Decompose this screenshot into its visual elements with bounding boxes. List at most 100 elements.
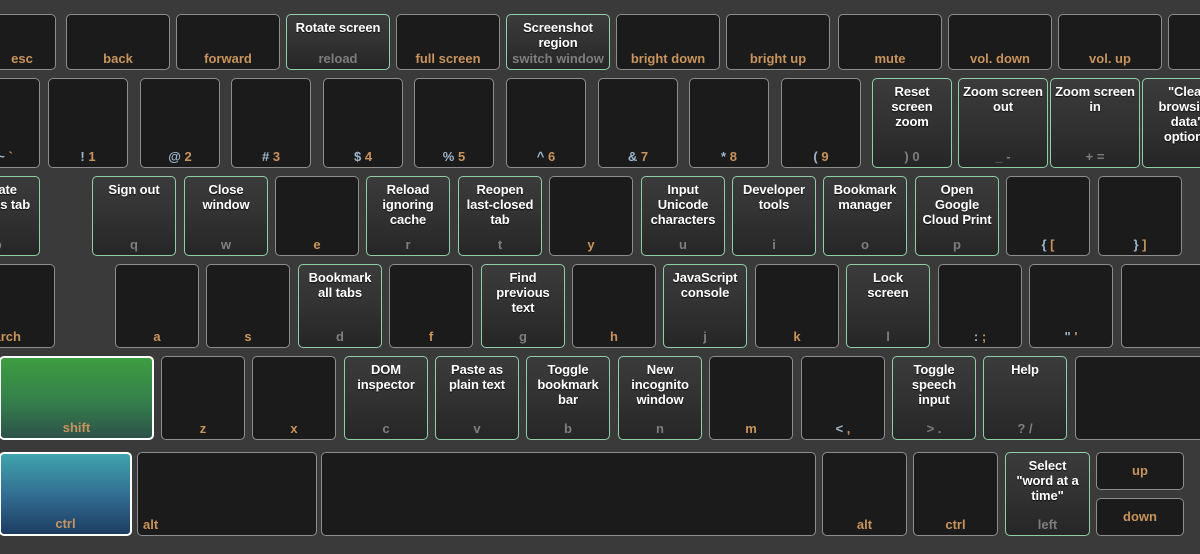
key-legend: ( 9 xyxy=(787,150,855,164)
key-legend-base: 8 xyxy=(729,149,737,164)
key-legend: ^ 6 xyxy=(512,150,580,164)
key-left[interactable]: Select "word at a time" left xyxy=(1005,452,1090,536)
key-ctrl[interactable]: ctrl xyxy=(0,452,132,536)
key-d[interactable]: Bookmark all tabs d xyxy=(298,264,382,348)
key-v[interactable]: Paste as plain text v xyxy=(435,356,519,440)
key-e[interactable]: e xyxy=(275,176,359,256)
key-legend: esc xyxy=(11,51,33,66)
key-blank[interactable] xyxy=(1075,356,1200,440)
key-u[interactable]: Input Unicode characters u xyxy=(641,176,725,256)
key-3[interactable]: # 3 xyxy=(231,78,311,168)
key-up[interactable]: up xyxy=(1096,452,1184,490)
key-clear-browsing-data-options[interactable]: "Clear browsing data" options xyxy=(1142,78,1200,168)
key-x[interactable]: x xyxy=(252,356,336,440)
key-2[interactable]: @ 2 xyxy=(140,78,220,168)
key-m[interactable]: m xyxy=(709,356,793,440)
key-legend-shifted: < xyxy=(835,421,844,436)
key-blank[interactable] xyxy=(321,452,816,536)
key-blank[interactable]: < , xyxy=(801,356,885,440)
key-blank[interactable]: " ' xyxy=(1029,264,1113,348)
key-r[interactable]: Reload ignoring cache r xyxy=(366,176,450,256)
key-action-label: Activate previous tab xyxy=(0,182,31,212)
key-h[interactable]: h xyxy=(572,264,656,348)
key-blank[interactable] xyxy=(1121,264,1200,348)
key-shift[interactable]: shift xyxy=(0,356,154,440)
key-full-screen[interactable]: full screen xyxy=(396,14,500,70)
key-legend: o xyxy=(861,237,869,252)
key-b[interactable]: Toggle bookmark bar b xyxy=(526,356,610,440)
key-legend: switch window xyxy=(512,51,604,66)
key-blank[interactable]: } ] xyxy=(1098,176,1182,256)
key-legend: mute xyxy=(874,51,906,66)
key-blank[interactable]: : ; xyxy=(938,264,1022,348)
key-o[interactable]: Bookmark manager o xyxy=(823,176,907,256)
key-alt[interactable]: alt xyxy=(822,452,907,536)
key-1[interactable]: ! 1 xyxy=(48,78,128,168)
key-n[interactable]: New incognito window n xyxy=(618,356,702,440)
key-bright-down[interactable]: bright down xyxy=(616,14,720,70)
key-legend: % 5 xyxy=(420,150,488,164)
key-legend-shifted: + xyxy=(1085,149,1094,164)
key-mute[interactable]: mute xyxy=(838,14,942,70)
key-t[interactable]: Reopen last-closed tab t xyxy=(458,176,542,256)
key-blank[interactable] xyxy=(1168,14,1200,70)
key-l[interactable]: Lock screen l xyxy=(846,264,930,348)
key-s[interactable]: s xyxy=(206,264,290,348)
key-a[interactable]: a xyxy=(115,264,199,348)
key-k[interactable]: k xyxy=(755,264,839,348)
key-legend: down xyxy=(1123,509,1157,524)
key-w[interactable]: Close window w xyxy=(184,176,268,256)
key-4[interactable]: $ 4 xyxy=(323,78,403,168)
key-ctrl[interactable]: ctrl xyxy=(913,452,998,536)
key-blank[interactable]: Zoom screen out _ - xyxy=(958,78,1048,168)
key-legend-shifted: $ xyxy=(353,149,362,164)
key-esc[interactable]: esc xyxy=(0,14,56,70)
key-blank[interactable]: Toggle speech input > . xyxy=(892,356,976,440)
key-legend: forward xyxy=(204,51,252,66)
key-f[interactable]: f xyxy=(389,264,473,348)
key-p[interactable]: Open Google Cloud Print p xyxy=(915,176,999,256)
key-blank[interactable]: ~ ` xyxy=(0,78,40,168)
key-6[interactable]: ^ 6 xyxy=(506,78,586,168)
key-legend: * 8 xyxy=(695,150,763,164)
key-forward[interactable]: forward xyxy=(176,14,280,70)
key-7[interactable]: & 7 xyxy=(598,78,678,168)
key-y[interactable]: y xyxy=(549,176,633,256)
key-i[interactable]: Developer tools i xyxy=(732,176,816,256)
key-legend-base: = xyxy=(1096,149,1105,164)
key-legend: _ - xyxy=(964,150,1042,164)
key-legend-base: 4 xyxy=(364,149,373,164)
key-vol-up[interactable]: vol. up xyxy=(1058,14,1162,70)
key-down[interactable]: down xyxy=(1096,498,1184,536)
key-q[interactable]: Sign out q xyxy=(92,176,176,256)
key-legend: bright down xyxy=(630,51,706,66)
key-z[interactable]: z xyxy=(161,356,245,440)
key-vol-down[interactable]: vol. down xyxy=(948,14,1052,70)
key-j[interactable]: JavaScript console j xyxy=(663,264,747,348)
key-c[interactable]: DOM inspector c xyxy=(344,356,428,440)
key-bright-up[interactable]: bright up xyxy=(726,14,830,70)
key-5[interactable]: % 5 xyxy=(414,78,494,168)
key-legend-shifted: @ xyxy=(168,149,181,164)
key-8[interactable]: * 8 xyxy=(689,78,769,168)
key-search[interactable]: search xyxy=(0,264,55,348)
key-reload[interactable]: Rotate screen reload xyxy=(286,14,390,70)
key-switch-window[interactable]: Screenshot region switch window xyxy=(506,14,610,70)
key-legend-shifted: { xyxy=(1041,237,1047,252)
key-tab[interactable]: Activate previous tab tab xyxy=(0,176,40,256)
key-legend: { [ xyxy=(1012,238,1084,252)
key-legend: alt xyxy=(143,517,159,532)
key-0[interactable]: Reset screen zoom) 0 xyxy=(872,78,952,168)
key-legend: > . xyxy=(898,422,970,436)
key-legend-base: 5 xyxy=(457,149,466,164)
key-blank[interactable]: Zoom screen in + = xyxy=(1050,78,1140,168)
key-blank[interactable]: { [ xyxy=(1006,176,1090,256)
key-legend: ctrl xyxy=(55,516,76,531)
key-legend-base: , xyxy=(846,421,851,436)
key-back[interactable]: back xyxy=(66,14,170,70)
key-blank[interactable]: Help? / xyxy=(983,356,1067,440)
key-9[interactable]: ( 9 xyxy=(781,78,861,168)
key-legend-shifted: ) xyxy=(904,149,909,164)
key-alt[interactable]: alt xyxy=(137,452,317,536)
key-g[interactable]: Find previous text g xyxy=(481,264,565,348)
